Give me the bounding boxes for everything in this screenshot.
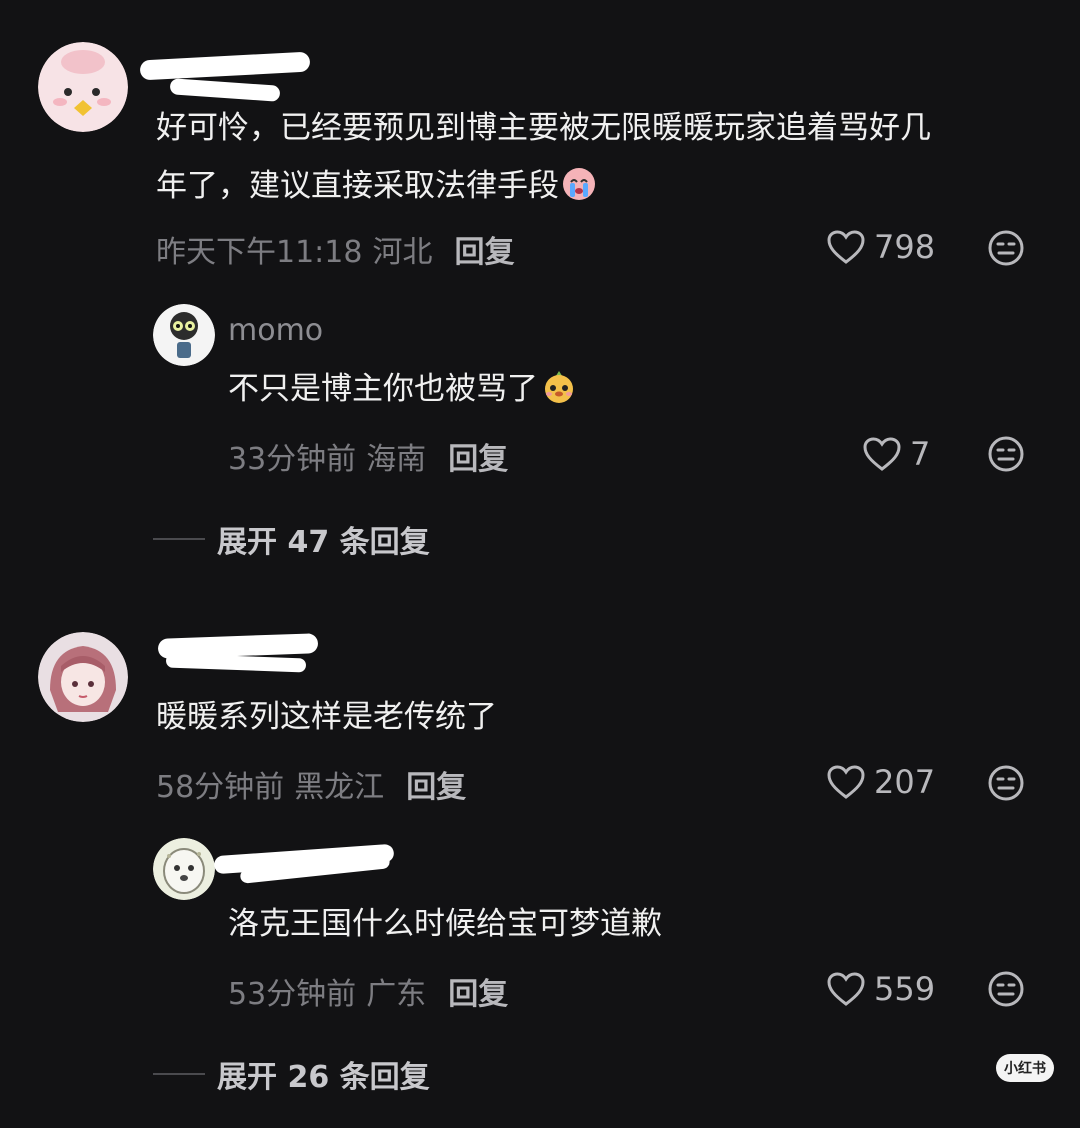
xiaohongshu-watermark: 小红书: [996, 1054, 1054, 1082]
comment-meta: 昨天下午11:18 河北 回复: [156, 227, 514, 271]
avatar[interactable]: [153, 838, 215, 900]
cute-bird-emoji-icon: [540, 366, 578, 424]
divider-line: [153, 1073, 205, 1075]
expand-replies-label: 展开 47 条回复: [217, 525, 430, 560]
avatar-cartoon-image: [153, 304, 215, 366]
emoji-face-icon: [988, 971, 1024, 1007]
emoji-face-icon: [988, 436, 1024, 472]
comment-location: 黑龙江: [294, 770, 385, 805]
heart-outline-icon: [827, 972, 865, 1006]
redacted-username: [139, 51, 311, 81]
comment-text: 暖暖系列这样是老传统了: [156, 699, 497, 735]
comment-meta: 58分钟前 黑龙江 回复: [156, 762, 466, 806]
heart-outline-icon: [863, 437, 901, 471]
like-button[interactable]: 7: [862, 435, 930, 473]
emoji-face-icon: [988, 230, 1024, 266]
avatar-pig-image: [38, 42, 128, 132]
comment-location: 河北: [372, 235, 433, 270]
reply-meta: 33分钟前 海南 回复: [228, 434, 508, 478]
reply-location: 广东: [366, 977, 427, 1012]
reply-button[interactable]: 回复: [448, 434, 508, 478]
emoji-react-button[interactable]: [987, 970, 1025, 1012]
like-count: 7: [910, 435, 931, 473]
expand-replies-button[interactable]: 展开 47 条回复: [153, 517, 430, 561]
comment-time: 昨天下午11:18: [156, 235, 363, 270]
comment-text: 好可怜，已经要预见到博主要被无限暖暖玩家追着骂好几 年了，建议直接采取法律手段: [156, 99, 931, 221]
like-button[interactable]: 559: [826, 970, 935, 1008]
avatar-anime-girl-image: [38, 632, 128, 722]
avatar-doodle-image: [153, 838, 215, 900]
reply-username[interactable]: momo: [228, 313, 323, 348]
reply-button[interactable]: 回复: [448, 969, 508, 1013]
reply-button[interactable]: 回复: [406, 762, 466, 806]
reply-time: 33分钟前: [228, 442, 357, 477]
heart-outline-icon: [827, 765, 865, 799]
emoji-react-button[interactable]: [987, 435, 1025, 477]
emoji-react-button[interactable]: [987, 764, 1025, 806]
expand-replies-button[interactable]: 展开 26 条回复: [153, 1052, 430, 1096]
like-count: 559: [874, 970, 936, 1008]
avatar[interactable]: [38, 42, 128, 132]
redacted-username: [165, 653, 307, 673]
avatar[interactable]: [153, 304, 215, 366]
avatar[interactable]: [38, 632, 128, 722]
like-button[interactable]: 798: [826, 228, 935, 266]
reply-button[interactable]: 回复: [454, 227, 514, 271]
emoji-face-icon: [988, 765, 1024, 801]
reply-location: 海南: [366, 442, 427, 477]
heart-outline-icon: [827, 230, 865, 264]
emoji-react-button[interactable]: [987, 229, 1025, 271]
reply-text: 洛克王国什么时候给宝可梦道歉: [228, 906, 662, 942]
like-button[interactable]: 207: [826, 763, 935, 801]
reply-text: 不只是博主你也被骂了: [228, 360, 578, 424]
like-count: 798: [874, 228, 936, 266]
reply-time: 53分钟前: [228, 977, 357, 1012]
expand-replies-label: 展开 26 条回复: [217, 1060, 430, 1095]
comment-time: 58分钟前: [156, 770, 285, 805]
like-count: 207: [874, 763, 936, 801]
reply-meta: 53分钟前 广东 回复: [228, 969, 508, 1013]
divider-line: [153, 538, 205, 540]
crying-face-emoji-icon: [561, 163, 597, 221]
